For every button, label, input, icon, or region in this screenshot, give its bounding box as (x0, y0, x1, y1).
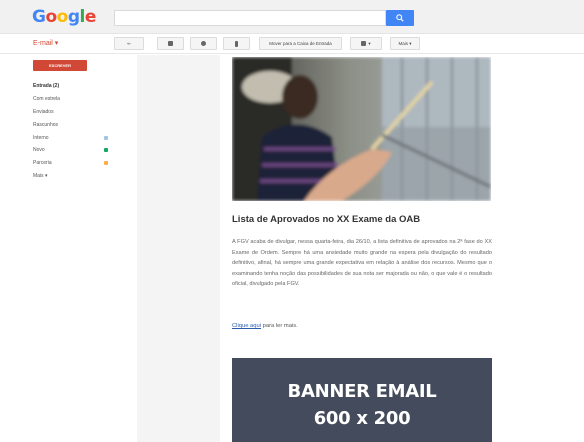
sidebar-item-label: Interno (33, 134, 49, 141)
label-color-icon (104, 135, 108, 140)
sidebar-item-label: Enviados (33, 108, 54, 115)
sidebar-item[interactable]: Interno (33, 131, 108, 144)
sidebar-item-label: Com estrela (33, 96, 60, 103)
email-paragraph: A FGV acaba de divulgar, nessa quarta-fe… (232, 239, 492, 287)
trash-icon (235, 40, 238, 47)
sidebar-item-label: Mais ▾ (33, 172, 48, 179)
email-hero-image (232, 57, 491, 201)
logo-letter: o (56, 7, 69, 27)
sidebar-item[interactable]: Entrada (2) (33, 80, 108, 93)
sidebar-item-label: Parceria (33, 160, 52, 167)
logo-letter: e (84, 7, 97, 27)
delete-button[interactable] (223, 37, 250, 50)
logo-letter: o (45, 7, 57, 27)
banner-title: BANNER EMAIL (287, 381, 437, 402)
folder-list: Entrada (2) Com estrela Enviados Rascunhos I… (33, 80, 108, 182)
logo-letter: g (67, 7, 80, 27)
sidebar-item[interactable]: Parceria (33, 157, 108, 170)
email-headline: Lista de Aprovados no XX Exame da OAB (232, 214, 421, 225)
compose-button[interactable]: ESCREVER (33, 60, 87, 71)
sidebar-item-label: Novo (33, 147, 45, 154)
sidebar-item[interactable]: Com estrela (33, 93, 108, 106)
read-more-line: Clique aqui para ler mais. (232, 323, 298, 329)
move-to-inbox-button[interactable]: Mover para a Caixa de Entrada (259, 37, 342, 50)
labels-dropdown-arrow: ▾ (368, 40, 371, 46)
label-color-icon (104, 148, 108, 153)
email-banner[interactable]: BANNER EMAIL 600 x 200 (232, 358, 492, 442)
search-button[interactable] (386, 10, 414, 26)
sidebar-item[interactable]: Mais ▾ (33, 170, 108, 183)
label-color-icon (104, 161, 108, 166)
sidebar-item-label: Rascunhos (33, 121, 59, 128)
read-more-suffix: para ler mais. (261, 323, 298, 329)
top-bar: Google (0, 0, 584, 34)
archive-button[interactable] (157, 37, 184, 50)
spam-button[interactable] (190, 37, 217, 50)
search-icon (396, 14, 404, 22)
spam-icon (201, 41, 206, 46)
search-input[interactable] (114, 10, 386, 26)
mail-toolbar: E-mail ▾ ⇐ Mover para a Caixa de Entrada… (0, 34, 584, 54)
banner-size: 600 x 200 (313, 408, 411, 429)
archive-icon (168, 41, 173, 46)
read-more-link[interactable]: Clique aqui (232, 323, 261, 329)
sidebar-item[interactable]: Enviados (33, 106, 108, 119)
sidebar: ESCREVER Entrada (2) Com estrela Enviados R… (0, 55, 112, 442)
back-button[interactable]: ⇐ (114, 37, 144, 50)
google-logo[interactable]: Google (32, 7, 96, 27)
labels-button[interactable]: ▾ (350, 37, 382, 50)
label-icon (361, 41, 367, 46)
more-button[interactable]: Mais ▾ (390, 37, 420, 50)
sidebar-item-label: Entrada (2) (33, 83, 60, 90)
sidebar-item[interactable]: Rascunhos (33, 118, 108, 131)
app-switcher[interactable]: E-mail ▾ (33, 39, 58, 47)
sidebar-item[interactable]: Novo (33, 144, 108, 157)
logo-letter: G (32, 7, 46, 27)
